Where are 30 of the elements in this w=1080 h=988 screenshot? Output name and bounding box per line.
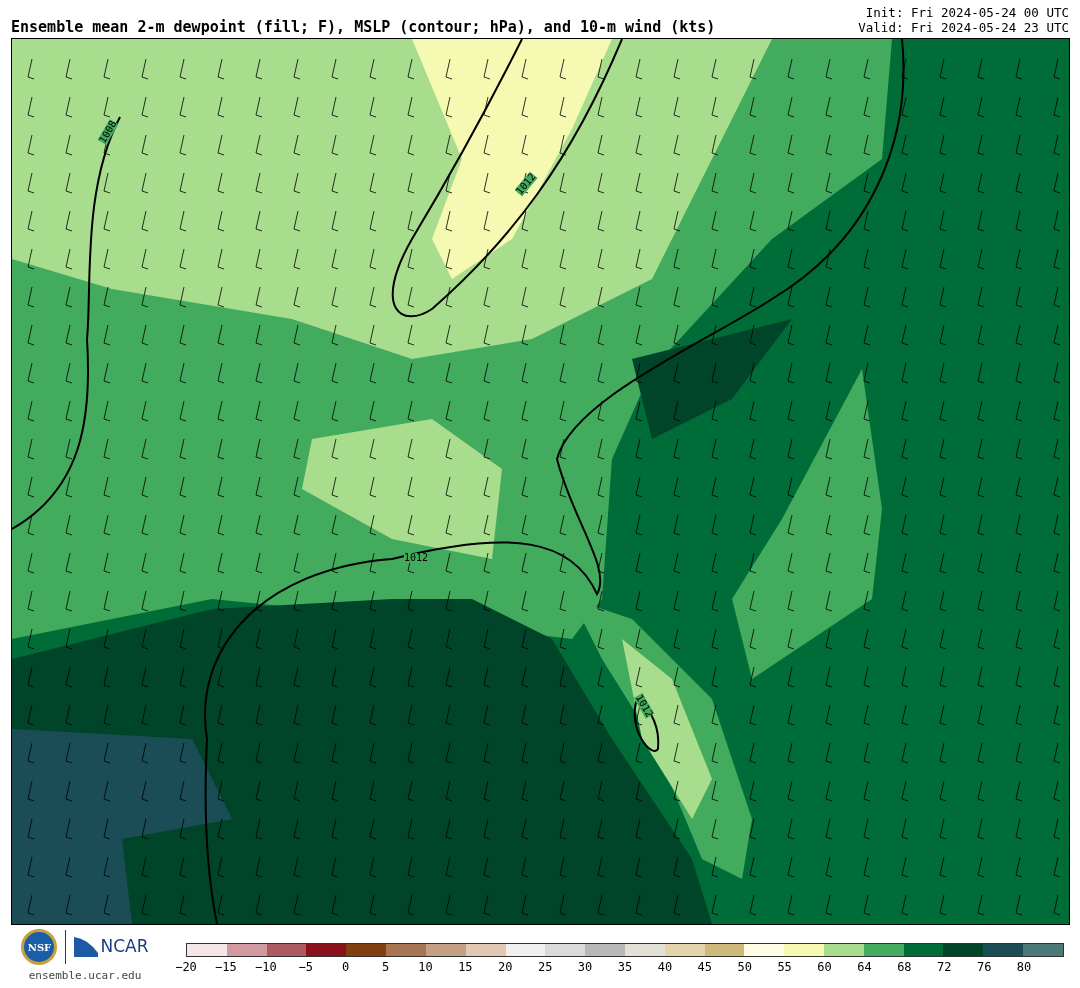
colorbar-tick-label: 60	[817, 961, 832, 973]
colorbar-tick-label: 25	[537, 961, 553, 973]
contour-label: 1012	[404, 553, 429, 563]
colorbar-tick-label: −10	[254, 961, 277, 973]
colorbar-tick-label: 15	[458, 961, 473, 973]
init-time: Init: Fri 2024-05-24 00 UTC	[865, 5, 1069, 20]
valid-time: Valid: Fri 2024-05-24 23 UTC	[858, 20, 1069, 35]
ncar-swoosh-icon	[74, 937, 99, 957]
colorbar-tick-label: 64	[857, 961, 872, 973]
colorbar-tick-label: 35	[617, 961, 633, 973]
colorbar-tick-label: 5	[381, 961, 390, 973]
colorbar-tick-label: −15	[215, 961, 237, 973]
colorbar-tick-label: 10	[418, 961, 433, 973]
colorbar-tick-label: 45	[697, 961, 713, 973]
colorbar-tick-label: 50	[737, 961, 752, 973]
chart-title: Ensemble mean 2-m dewpoint (fill; F), MSLP (contour; hPa), and 10-m wind (kts)	[11, 20, 716, 35]
colorbar-tick-label: 40	[657, 961, 673, 973]
colorbar-tick-label: 0	[342, 961, 350, 973]
website-url: ensemble.ucar.edu	[28, 968, 142, 984]
colorbar-tick-label: 55	[777, 961, 792, 973]
colorbar-tick-label: 20	[498, 961, 513, 973]
colorbar-tick-label: −5	[298, 961, 313, 973]
colorbar-tick-label: 76	[976, 961, 992, 973]
colorbar-tick-label: −20	[175, 961, 197, 973]
colorbar-tick-label: 30	[577, 961, 593, 973]
nsf-logo: NSF	[21, 929, 58, 965]
colorbar-tick-label: 72	[937, 961, 952, 973]
colorbar-tick-label: 80	[1016, 961, 1032, 973]
colorbar-tick-label: 68	[897, 961, 912, 973]
ncar-logo: NCAR	[100, 935, 149, 959]
